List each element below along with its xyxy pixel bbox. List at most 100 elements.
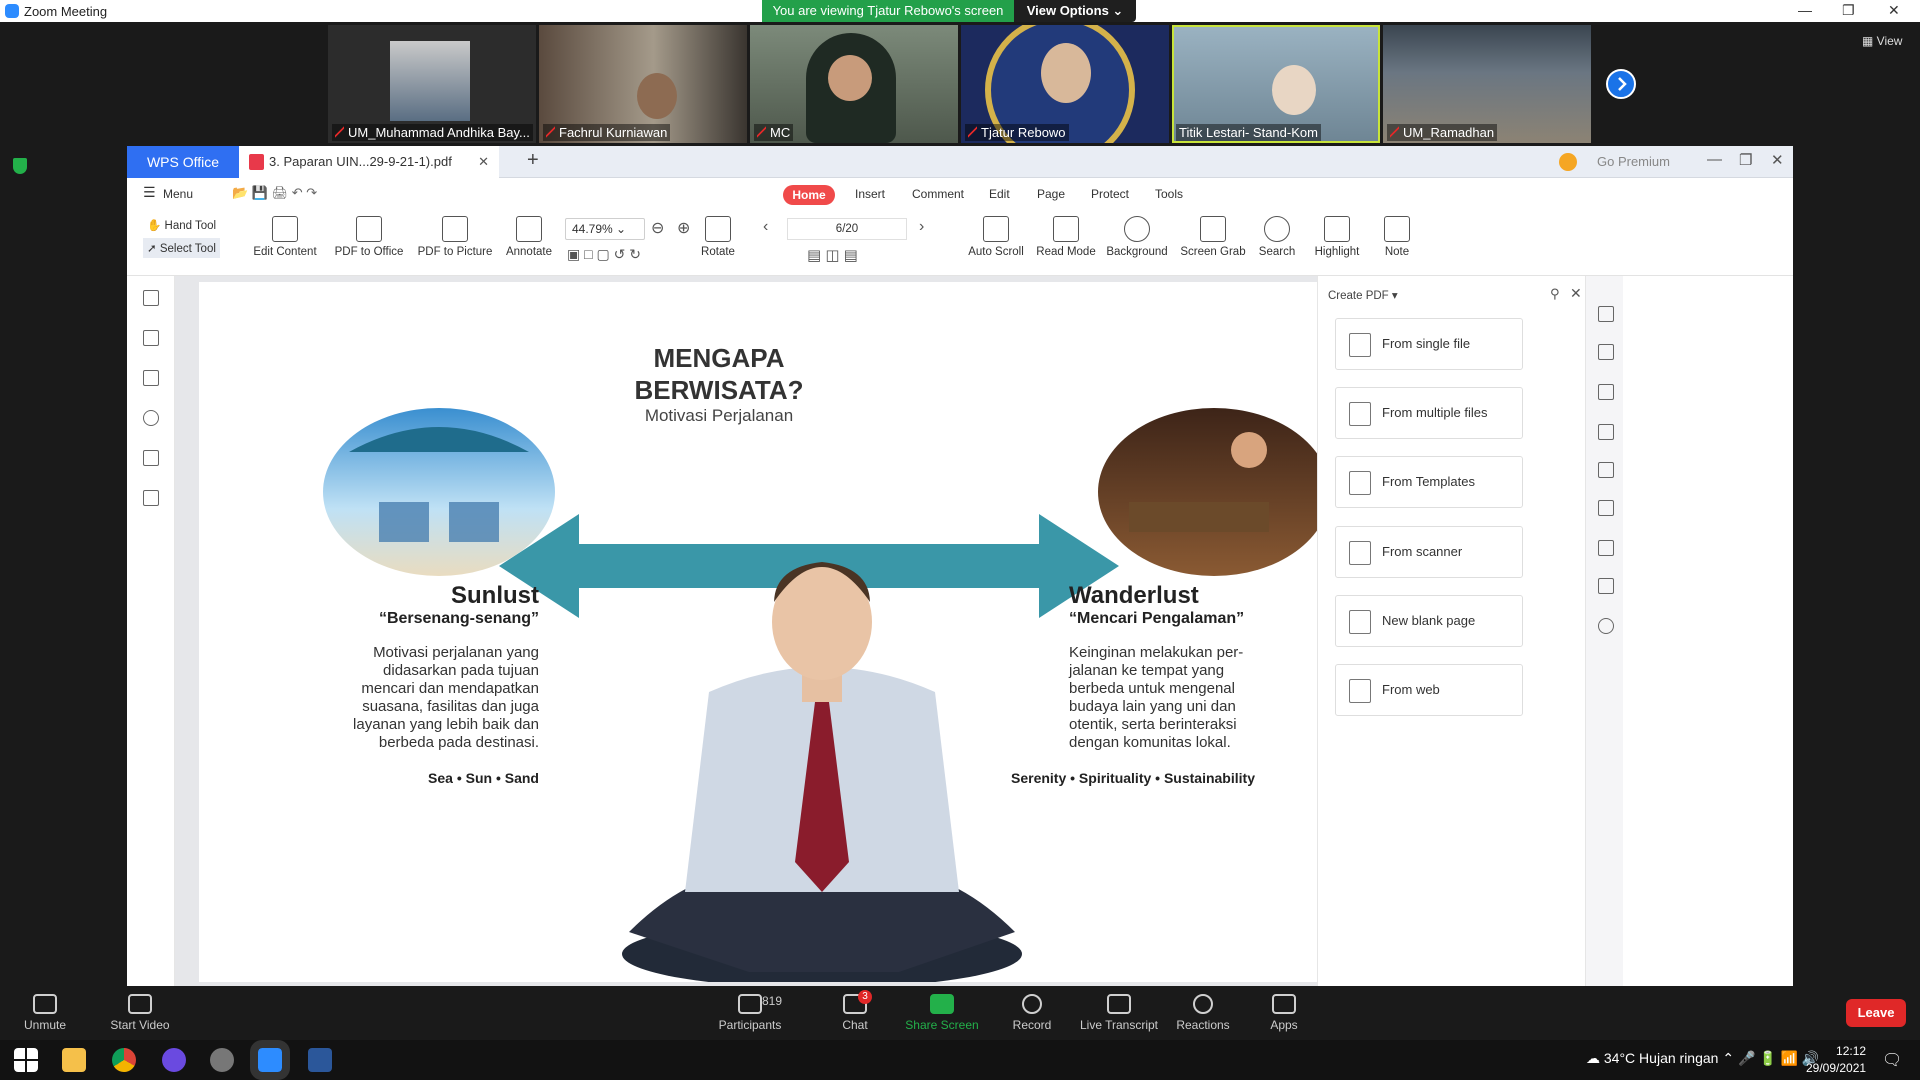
create-pdf-header[interactable]: Create PDF ▾ (1328, 288, 1398, 302)
edit-pdf-icon[interactable] (1598, 344, 1614, 360)
user-avatar[interactable] (1559, 153, 1577, 171)
auto-scroll-button[interactable]: Auto Scroll (963, 216, 1029, 258)
minimize-icon[interactable]: — (1798, 2, 1812, 18)
attachment-icon[interactable] (143, 410, 159, 426)
pin-icon[interactable]: ⚲ (1550, 286, 1560, 302)
taskbar-clock[interactable]: 12:12 29/09/2021 (1806, 1043, 1866, 1077)
minimize-icon[interactable]: — (1707, 151, 1722, 168)
zoom-app-icon[interactable] (250, 1040, 290, 1080)
close-icon[interactable]: ✕ (1771, 151, 1784, 169)
tab-home[interactable]: Home (783, 185, 835, 205)
compare-icon[interactable] (1598, 500, 1614, 516)
live-transcript-button[interactable]: Live Transcript (1076, 990, 1162, 1032)
new-tab-icon[interactable]: + (527, 149, 539, 172)
reactions-button[interactable]: Reactions (1172, 990, 1234, 1032)
participant-tile[interactable]: UM_Ramadhan (1383, 25, 1591, 143)
create-pdf-panel: Create PDF ▾ ⚲ ✕ From single file From m… (1317, 276, 1585, 986)
view-button[interactable]: ▦ View (1862, 34, 1902, 48)
weather-icon: ☁ (1586, 1050, 1600, 1066)
print-icon[interactable] (1598, 540, 1614, 556)
tab-tools[interactable]: Tools (1155, 187, 1183, 201)
messenger-icon[interactable] (162, 1048, 186, 1072)
go-premium-link[interactable]: Go Premium (1597, 154, 1670, 169)
document-area[interactable]: MENGAPA BERWISATA? Motivasi Perjalanan S… (175, 276, 1445, 986)
compress-icon[interactable] (1598, 578, 1614, 594)
view-options-button[interactable]: View Options ⌄ (1014, 0, 1136, 22)
comment-icon[interactable] (143, 370, 159, 386)
tab-page[interactable]: Page (1037, 187, 1065, 201)
zoom-in-icon[interactable]: ⊕ (677, 218, 690, 238)
edit-content-button[interactable]: Edit Content (245, 216, 325, 258)
page-number-input[interactable]: 6/20 (787, 218, 907, 240)
close-icon[interactable]: ✕ (1888, 2, 1900, 19)
page-layout-icons[interactable]: ▤ ◫ ▤ (807, 246, 858, 264)
chrome-icon[interactable] (112, 1048, 136, 1072)
zoom-level-select[interactable]: 44.79% ⌄ (565, 218, 645, 240)
tab-comment[interactable]: Comment (912, 187, 964, 201)
close-panel-icon[interactable]: ✕ (1570, 285, 1582, 302)
previous-page-icon[interactable]: ‹ (763, 218, 768, 236)
settings-gear-icon[interactable] (210, 1048, 234, 1072)
restore-icon[interactable]: ❐ (1739, 151, 1752, 169)
from-multiple-files-button[interactable]: From multiple files (1335, 387, 1523, 439)
windows-start-icon[interactable] (14, 1048, 38, 1072)
apps-button[interactable]: Apps (1266, 990, 1302, 1032)
read-mode-button[interactable]: Read Mode (1033, 216, 1099, 258)
view-fit-icons[interactable]: ▣ □ ▢ ↺ ↻ (567, 246, 641, 263)
participant-tile-active-speaker[interactable]: Titik Lestari- Stand-Kom (1172, 25, 1380, 143)
hand-tool-button[interactable]: ✋ Hand Tool (147, 218, 216, 232)
from-web-button[interactable]: From web (1335, 664, 1523, 716)
from-scanner-button[interactable]: From scanner (1335, 526, 1523, 578)
form-icon[interactable] (1598, 424, 1614, 440)
word-app-icon[interactable] (308, 1048, 332, 1072)
from-templates-button[interactable]: From Templates (1335, 456, 1523, 508)
document-tab[interactable]: 3. Paparan UIN...29-9-21-1).pdf ✕ (239, 146, 499, 178)
annotate-button[interactable]: Annotate (499, 216, 559, 258)
share-screen-button[interactable]: Share Screen (900, 990, 984, 1032)
magnifier-icon[interactable] (1598, 618, 1614, 634)
next-participants-button[interactable] (1606, 69, 1636, 99)
participant-tile[interactable]: UM_Muhammad Andhika Bay... (328, 25, 536, 143)
sign-icon[interactable] (1598, 462, 1614, 478)
screen-grab-button[interactable]: Screen Grab (1177, 216, 1249, 258)
note-button[interactable]: Note (1375, 216, 1419, 258)
rotate-button[interactable]: Rotate (693, 216, 743, 258)
tab-protect[interactable]: Protect (1091, 187, 1129, 201)
convert-icon[interactable] (1598, 384, 1614, 400)
highlight-button[interactable]: Highlight (1303, 216, 1371, 258)
chat-button[interactable]: Chat (830, 990, 880, 1032)
restore-icon[interactable]: ❐ (1842, 2, 1855, 19)
tab-insert[interactable]: Insert (855, 187, 885, 201)
tab-edit[interactable]: Edit (989, 187, 1010, 201)
wps-office-tab[interactable]: WPS Office (127, 146, 239, 178)
from-single-file-button[interactable]: From single file (1335, 318, 1523, 370)
find-replace-icon[interactable] (143, 490, 159, 506)
new-blank-page-button[interactable]: New blank page (1335, 595, 1523, 647)
signature-icon[interactable] (143, 450, 159, 466)
pdf-to-office-button[interactable]: PDF to Office (326, 216, 412, 258)
security-shield-icon[interactable] (13, 158, 27, 174)
hamburger-icon[interactable]: ☰ (143, 184, 156, 201)
zoom-out-icon[interactable]: ⊖ (651, 218, 664, 238)
next-page-icon[interactable]: › (919, 218, 924, 236)
start-video-button[interactable]: Start Video (105, 990, 175, 1032)
quick-access-icons[interactable]: 📂 💾 🖨 ↶ ↷ (232, 185, 317, 201)
file-explorer-icon[interactable] (62, 1048, 86, 1072)
close-tab-icon[interactable]: ✕ (478, 146, 489, 178)
pdf-to-picture-button[interactable]: PDF to Picture (413, 216, 497, 258)
leave-button[interactable]: Leave (1846, 999, 1906, 1027)
participant-tile[interactable]: MC (750, 25, 958, 143)
participant-tile[interactable]: Fachrul Kurniawan (539, 25, 747, 143)
thumbnail-icon[interactable] (143, 330, 159, 346)
select-tool-button[interactable]: ➚ Select Tool (143, 238, 220, 258)
menu-button[interactable]: Menu (163, 187, 193, 201)
bookmark-icon[interactable] (143, 290, 159, 306)
notifications-icon[interactable]: 🗨 (1882, 1050, 1902, 1070)
record-button[interactable]: Record (1004, 990, 1060, 1032)
unmute-button[interactable]: Unmute (20, 990, 70, 1032)
create-pdf-icon[interactable] (1598, 306, 1614, 322)
background-button[interactable]: Background (1101, 216, 1173, 258)
search-button[interactable]: Search (1249, 216, 1305, 258)
system-tray[interactable]: ☁ 34°C Hujan ringan ⌃ 🎤 🔋 📶 🔊 (1586, 1050, 1819, 1067)
participant-tile[interactable]: Tjatur Rebowo (961, 25, 1169, 143)
